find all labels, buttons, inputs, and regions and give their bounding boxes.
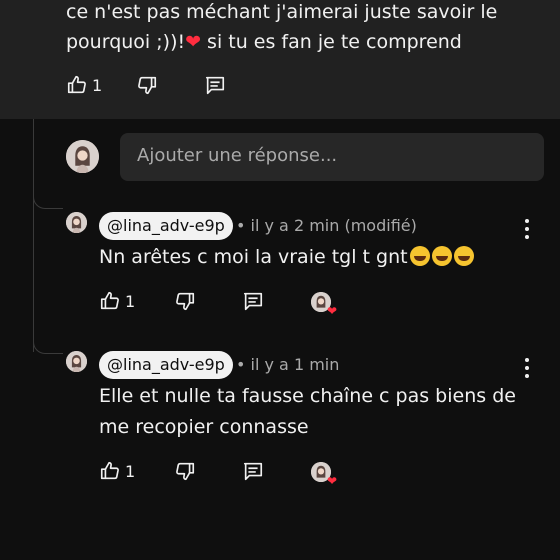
laughing-emoji [409, 246, 430, 266]
laughing-emoji [431, 246, 452, 266]
more-vert-icon[interactable] [524, 358, 530, 378]
reply-button[interactable] [242, 460, 264, 482]
dislike-button[interactable] [174, 290, 196, 312]
reply-text: Elle et nulle ta fausse chaîne c pas bie… [99, 385, 516, 438]
reply-actions: 1 [99, 460, 264, 482]
heart-emoji: ❤ [185, 31, 202, 53]
reply-button[interactable] [242, 290, 264, 312]
author-handle[interactable]: @lina_adv-e9p [99, 212, 233, 240]
reply-button[interactable] [204, 74, 226, 96]
thread-connector [33, 195, 63, 209]
creator-heart-badge: ❤ [311, 292, 337, 317]
avatar-image [66, 140, 99, 173]
thread-connector [33, 340, 63, 354]
thumb-down-icon [176, 462, 195, 481]
avatar-image [66, 351, 87, 372]
dislike-button[interactable] [174, 460, 196, 482]
heart-icon: ❤ [326, 474, 337, 488]
thumb-up-icon [100, 291, 119, 310]
like-count: 1 [125, 291, 136, 311]
like-count: 1 [92, 75, 103, 95]
reply-timestamp: • il y a 2 min (modifié) [236, 216, 417, 235]
author-handle[interactable]: @lina_adv-e9p [99, 351, 233, 379]
like-button[interactable]: 1 [99, 460, 135, 482]
like-count: 1 [125, 461, 136, 481]
more-vert-icon[interactable] [524, 219, 530, 239]
dislike-button[interactable] [136, 74, 158, 96]
laughing-emoji [453, 246, 474, 266]
avatar-image [66, 212, 87, 233]
reply-timestamp: • il y a 1 min [236, 355, 340, 374]
heart-icon: ❤ [326, 304, 337, 318]
parent-comment: ce n'est pas méchant j'aimerai juste sav… [0, 0, 560, 119]
comment-icon [244, 462, 263, 481]
thumb-down-icon [176, 292, 195, 311]
comment-icon [206, 76, 225, 95]
reply-text-content: Nn arêtes c moi la vraie tgl t gnt [99, 246, 408, 268]
reply-text: Nn arêtes c moi la vraie tgl t gnt [99, 242, 519, 273]
user-avatar[interactable] [66, 140, 99, 173]
comment-icon [244, 292, 263, 311]
thread-line [33, 119, 34, 352]
reply-input[interactable]: Ajouter une réponse... [120, 133, 544, 181]
parent-comment-text-end: si tu es fan je te comprend [201, 31, 462, 53]
like-button[interactable]: 1 [99, 290, 135, 312]
parent-comment-actions: 1 [66, 74, 226, 96]
reply-author-avatar[interactable] [66, 212, 87, 233]
creator-heart-badge: ❤ [311, 462, 337, 487]
thumb-down-icon [138, 76, 157, 95]
thumb-up-icon [67, 75, 86, 94]
like-button[interactable]: 1 [66, 74, 102, 96]
parent-comment-text: ce n'est pas méchant j'aimerai juste sav… [66, 0, 536, 57]
reply-actions: 1 [99, 290, 264, 312]
reply-author-avatar[interactable] [66, 351, 87, 372]
thumb-up-icon [100, 461, 119, 480]
